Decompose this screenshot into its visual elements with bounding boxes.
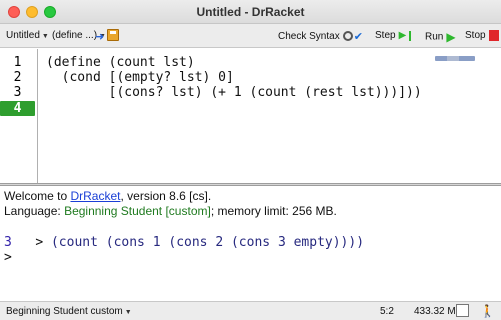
definitions-pane[interactable]: 1 2 3 4 (define (count lst) (cond [(empt…: [0, 49, 501, 183]
code-line[interactable]: (cond [(empty? lst) 0]: [46, 70, 234, 85]
chevron-down-icon: ▼: [124, 309, 132, 316]
save-icon[interactable]: [107, 29, 119, 41]
code-line[interactable]: [(cons? lst) (+ 1 (count (rest lst)))])): [46, 85, 422, 100]
stop-button[interactable]: Stop: [465, 30, 499, 41]
arrow-icon[interactable]: ➜: [95, 30, 104, 43]
title-bar: Untitled - DrRacket: [0, 0, 501, 24]
language-selector[interactable]: Beginning Student custom ▼: [6, 306, 132, 317]
toolbar: Untitled ▼ (define ...) ▼ ➜ Check Syntax ✔ …: [0, 24, 501, 48]
language-name: Beginning Student [custom]: [64, 204, 211, 218]
window-title: Untitled - DrRacket: [196, 5, 305, 19]
run-label: Run: [425, 31, 444, 43]
checkmark-icon: ✔: [353, 31, 363, 43]
line-number-gutter: 1 2 3 4: [0, 49, 38, 183]
language-message: Language: Beginning Student [custom]; me…: [4, 204, 337, 218]
gc-indicator-box: [456, 304, 469, 317]
language-prefix: Language:: [4, 204, 65, 218]
code-minimap: [435, 56, 475, 61]
drracket-link[interactable]: DrRacket: [70, 189, 120, 203]
active-line-number: 4: [0, 101, 35, 116]
magnifier-icon: [342, 30, 353, 41]
run-icon: ▶: [446, 30, 456, 44]
repl-expression[interactable]: (count (cons 1 (cons 2 (cons 3 empty)))): [51, 235, 364, 250]
stop-icon: [488, 30, 499, 41]
line-number: 2: [13, 70, 22, 85]
check-syntax-label: Check Syntax: [278, 31, 340, 43]
welcome-message: Welcome to DrRacket, version 8.6 [cs].: [4, 189, 211, 203]
define-menu-label: (define ...): [52, 30, 98, 41]
chevron-down-icon: ▼: [41, 33, 49, 40]
walker-icon: 🚶: [480, 304, 495, 318]
stop-label: Stop: [465, 30, 486, 42]
welcome-prefix: Welcome to: [4, 189, 71, 203]
step-icon: ▶: [398, 30, 407, 41]
language-suffix: ; memory limit: 256 MB.: [210, 204, 337, 218]
status-bar: Beginning Student custom ▼ 5:2 433.32 MB …: [0, 301, 501, 320]
line-number: 1: [13, 55, 22, 70]
line-number: 3: [13, 85, 22, 100]
cursor-position: 5:2: [380, 306, 394, 317]
repl-prompt: >: [35, 235, 44, 250]
repl-empty-prompt[interactable]: >: [4, 250, 12, 265]
step-bar-icon: [409, 30, 412, 41]
run-button[interactable]: Run ▶: [425, 30, 456, 44]
code-line[interactable]: (define (count lst): [46, 55, 195, 70]
check-syntax-button[interactable]: Check Syntax ✔: [278, 30, 363, 43]
file-menu-label: Untitled: [6, 30, 40, 41]
repl-result: 3: [4, 235, 12, 250]
file-menu[interactable]: Untitled ▼: [6, 30, 49, 41]
language-selector-label: Beginning Student custom: [6, 306, 123, 317]
step-label: Step: [375, 30, 396, 42]
interactions-pane[interactable]: Welcome to DrRacket, version 8.6 [cs]. L…: [0, 186, 501, 301]
repl-input-line: > (count (cons 1 (cons 2 (cons 3 empty))…: [4, 220, 364, 265]
step-button[interactable]: Step ▶: [375, 30, 412, 42]
welcome-suffix: , version 8.6 [cs].: [120, 189, 212, 203]
